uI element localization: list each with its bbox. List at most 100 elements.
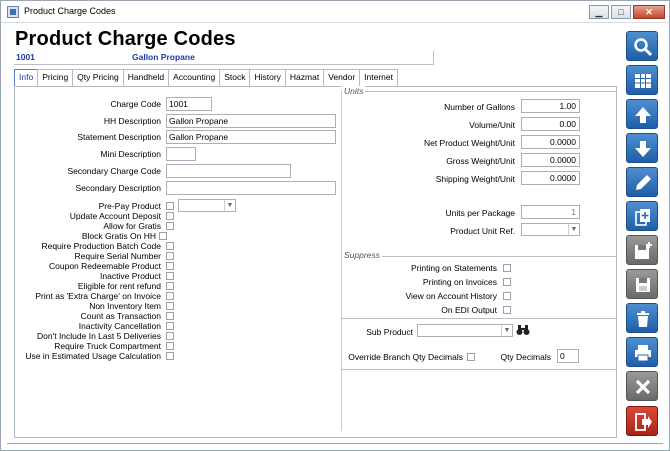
flag-label: Allow for Gratis: [103, 221, 161, 231]
record-name: Gallon Propane: [132, 52, 195, 62]
flag-label: Coupon Redeemable Product: [49, 261, 161, 271]
volume-unit-label: Volume/Unit: [469, 120, 515, 130]
gross-weight-label: Gross Weight/Unit: [446, 156, 515, 166]
tab-pricing[interactable]: Pricing: [37, 69, 74, 86]
search-button[interactable]: [626, 31, 658, 61]
minimize-button[interactable]: ▁: [589, 5, 609, 19]
use-in-estimated-usage-checkbox[interactable]: [166, 352, 174, 360]
number-of-gallons-field[interactable]: 1.00: [521, 99, 580, 113]
eligible-for-rent-refund-checkbox[interactable]: [166, 282, 174, 290]
charge-code-label: Charge Code: [110, 99, 161, 109]
override-branch-qty-checkbox[interactable]: [467, 353, 475, 361]
grid-button[interactable]: [626, 65, 658, 95]
app-icon: [7, 6, 19, 18]
net-weight-label: Net Product Weight/Unit: [423, 138, 515, 148]
suppress-edi-output-checkbox[interactable]: [503, 306, 511, 314]
previous-record-button[interactable]: [626, 99, 658, 129]
number-of-gallons-label: Number of Gallons: [444, 102, 515, 112]
edit-button[interactable]: [626, 167, 658, 197]
gross-weight-field[interactable]: 0.0000: [521, 153, 580, 167]
require-production-batch-code-checkbox[interactable]: [166, 242, 174, 250]
tab-qty-pricing[interactable]: Qty Pricing: [72, 69, 124, 86]
tab-vendor[interactable]: Vendor: [323, 69, 361, 86]
record-header: 1001 Gallon Propane: [14, 51, 434, 65]
coupon-redeemable-product-checkbox[interactable]: [166, 262, 174, 270]
non-inventory-item-checkbox[interactable]: [166, 302, 174, 310]
suppress-label: Printing on Invoices: [422, 277, 497, 287]
tab-hazmat[interactable]: Hazmat: [284, 69, 325, 86]
mini-description-field[interactable]: [166, 147, 196, 161]
qty-decimals-stepper[interactable]: 0: [557, 349, 579, 363]
flag-label: Require Truck Compartment: [54, 341, 161, 351]
tab-stock[interactable]: Stock: [219, 69, 251, 86]
save-new-button[interactable]: [626, 235, 658, 265]
flag-label: Require Production Batch Code: [41, 241, 161, 251]
update-account-deposit-checkbox[interactable]: [166, 212, 174, 220]
sub-product-dropdown[interactable]: ▼: [417, 324, 513, 337]
cancel-button[interactable]: [626, 371, 658, 401]
binoculars-icon[interactable]: [516, 324, 530, 336]
pre-pay-product-checkbox[interactable]: [166, 202, 174, 210]
allow-for-gratis-checkbox[interactable]: [166, 222, 174, 230]
volume-unit-field[interactable]: 0.00: [521, 117, 580, 131]
search-icon: [634, 38, 653, 57]
product-unit-ref-dropdown[interactable]: ▼: [521, 223, 580, 236]
mini-description-label: Mini Description: [100, 149, 161, 159]
flag-label: Inactive Product: [100, 271, 161, 281]
print-icon: [635, 345, 651, 362]
app-window: Product Charge Codes ▁ □ ✕ Product Charg…: [0, 0, 670, 451]
units-group-title: Units: [342, 86, 366, 96]
exit-button[interactable]: [626, 406, 658, 436]
tab-strip: Info Pricing Qty Pricing Handheld Accoun…: [14, 69, 398, 86]
secondary-charge-code-field[interactable]: [166, 164, 291, 178]
arrow-up-icon: [635, 107, 651, 123]
tab-history[interactable]: History: [249, 69, 286, 86]
suppress-statements-checkbox[interactable]: [503, 264, 511, 272]
charge-code-field[interactable]: 1001: [166, 97, 212, 111]
count-as-transaction-checkbox[interactable]: [166, 312, 174, 320]
exit-icon: [635, 413, 652, 431]
sub-product-group: [341, 318, 617, 319]
close-icon: [635, 379, 651, 395]
next-record-button[interactable]: [626, 133, 658, 163]
close-window-button[interactable]: ✕: [633, 5, 665, 19]
tab-info[interactable]: Info: [14, 69, 39, 86]
suppress-group-title: Suppress: [342, 250, 382, 260]
dont-include-last-5-checkbox[interactable]: [166, 332, 174, 340]
tab-internet[interactable]: Internet: [359, 69, 398, 86]
suppress-label: On EDI Output: [441, 305, 497, 315]
trash-icon: [637, 311, 649, 327]
save-add-icon: [635, 242, 652, 259]
maximize-button[interactable]: □: [611, 5, 631, 19]
copy-record-button[interactable]: [626, 201, 658, 231]
tab-handheld[interactable]: Handheld: [122, 69, 170, 86]
pencil-icon: [636, 175, 651, 190]
units-per-package-field[interactable]: 1: [521, 205, 580, 219]
shipping-weight-label: Shipping Weight/Unit: [435, 174, 515, 184]
block-gratis-on-hh-checkbox[interactable]: [159, 232, 167, 240]
pre-pay-product-dropdown[interactable]: ▼: [178, 199, 236, 212]
suppress-invoices-checkbox[interactable]: [503, 278, 511, 286]
statement-description-field[interactable]: Gallon Propane: [166, 130, 336, 144]
grid-icon: [635, 74, 651, 88]
require-truck-compartment-checkbox[interactable]: [166, 342, 174, 350]
save-button[interactable]: [626, 269, 658, 299]
flag-label: Use in Estimated Usage Calculation: [25, 351, 161, 361]
print-as-extra-charge-checkbox[interactable]: [166, 292, 174, 300]
secondary-description-field[interactable]: [166, 181, 336, 195]
inactivity-cancellation-checkbox[interactable]: [166, 322, 174, 330]
hh-description-field[interactable]: Gallon Propane: [166, 114, 336, 128]
tab-accounting[interactable]: Accounting: [168, 69, 221, 86]
suppress-account-history-checkbox[interactable]: [503, 292, 511, 300]
inactive-product-checkbox[interactable]: [166, 272, 174, 280]
chevron-down-icon: ▼: [568, 224, 579, 235]
flag-label: Don't Include In Last 5 Deliveries: [37, 331, 161, 341]
net-weight-field[interactable]: 0.0000: [521, 135, 580, 149]
delete-button[interactable]: [626, 303, 658, 333]
override-branch-qty-label: Override Branch Qty Decimals: [348, 352, 463, 362]
require-serial-number-checkbox[interactable]: [166, 252, 174, 260]
page-title: Product Charge Codes: [15, 28, 236, 50]
shipping-weight-field[interactable]: 0.0000: [521, 171, 580, 185]
column-divider: [341, 91, 342, 431]
print-button[interactable]: [626, 337, 658, 367]
